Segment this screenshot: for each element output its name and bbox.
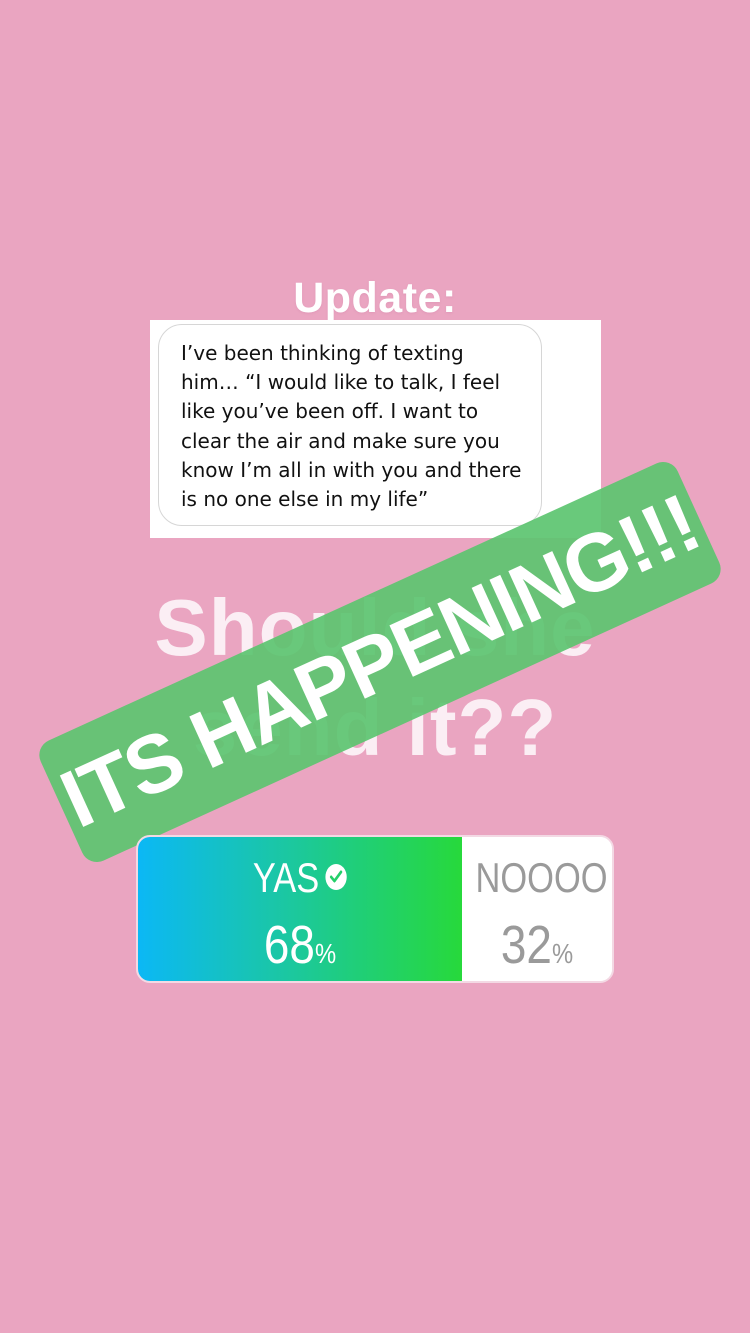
- message-text: I’ve been thinking of texting him… “I wo…: [181, 341, 522, 512]
- yes-percent-row: 68%: [162, 915, 437, 981]
- no-percent-sign: %: [551, 938, 574, 969]
- message-screenshot: I’ve been thinking of texting him… “I wo…: [150, 320, 601, 538]
- check-circle-icon: [325, 863, 348, 890]
- poll-option-yes[interactable]: YAS 68%: [138, 837, 462, 981]
- message-bubble: I’ve been thinking of texting him… “I wo…: [158, 324, 542, 526]
- poll-widget: YAS 68% NOOOO 32%: [136, 835, 614, 983]
- yes-percent: 68: [263, 915, 315, 975]
- no-percent-row: 32%: [473, 915, 601, 981]
- yes-percent-sign: %: [314, 938, 337, 969]
- no-percent: 32: [500, 915, 552, 975]
- no-label: NOOOO: [475, 854, 608, 901]
- update-title: Update:: [293, 274, 457, 322]
- yes-label-row: YAS: [167, 853, 433, 903]
- poll-option-no[interactable]: NOOOO 32%: [462, 837, 612, 981]
- yes-label: YAS: [252, 854, 320, 901]
